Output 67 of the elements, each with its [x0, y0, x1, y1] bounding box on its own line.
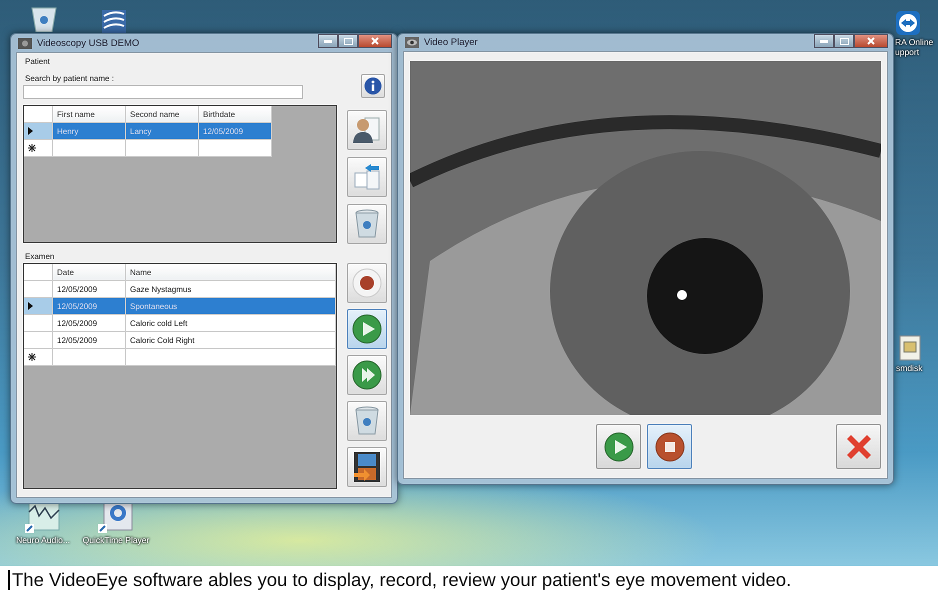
minimize-icon — [324, 40, 332, 42]
film-strip-icon — [352, 451, 382, 483]
maximize-button[interactable] — [834, 34, 854, 48]
player-button[interactable] — [647, 424, 692, 469]
trash-bin-icon — [355, 209, 379, 239]
column-header[interactable]: Birthdate — [199, 106, 272, 122]
group-label: Examen — [25, 252, 56, 261]
window-title: Videoscopy USB DEMO — [37, 38, 140, 48]
desktop-icon-label: smdisk — [896, 364, 922, 374]
app-icon — [18, 38, 32, 48]
eye-icon — [405, 37, 419, 48]
column-header[interactable]: Second name — [126, 106, 199, 122]
close-button[interactable] — [358, 34, 392, 48]
maximize-icon — [344, 38, 352, 44]
table-cell: Henry — [53, 123, 126, 139]
column-header[interactable]: Date — [53, 264, 126, 280]
table-cell: Caloric Cold Right — [126, 332, 336, 348]
table-cell: Lancy — [126, 123, 199, 139]
maximize-icon — [840, 38, 848, 44]
window-title: Video Player — [424, 37, 479, 48]
search-field[interactable] — [23, 85, 303, 99]
toolbar-button[interactable] — [347, 263, 387, 303]
close-button[interactable] — [854, 34, 888, 48]
group-label: Patient — [25, 57, 51, 66]
table-cell: 12/05/2009 — [53, 281, 126, 297]
table-cell: 12/05/2009 — [53, 298, 126, 314]
info-button[interactable] — [361, 74, 385, 98]
table-cell: Spontaneous — [126, 298, 336, 314]
close-icon — [371, 37, 379, 45]
trash-bin-icon — [355, 406, 379, 436]
remote-support-icon[interactable] — [895, 10, 921, 36]
info-icon — [364, 77, 382, 95]
desktop-icon-label: QuickTime Player — [82, 536, 150, 546]
record-icon — [352, 268, 382, 298]
import-arrow-icon — [353, 163, 381, 191]
player-button[interactable] — [836, 424, 881, 469]
toolbar-button[interactable] — [347, 110, 387, 150]
table-row[interactable]: 12/05/2009 Gaze Nystagmus — [24, 281, 336, 298]
minimize-button[interactable] — [814, 34, 834, 48]
table-cell: 12/05/2009 — [53, 332, 126, 348]
table-row[interactable]: 12/05/2009 Caloric Cold Right — [24, 332, 336, 349]
toolbar-button[interactable] — [347, 447, 387, 487]
player-button[interactable] — [596, 424, 641, 469]
close-icon — [867, 37, 875, 45]
minimize-button[interactable] — [318, 34, 338, 48]
desktop-icon-label: RA Online upport — [895, 38, 934, 58]
stop-icon — [654, 432, 684, 462]
field-label: Search by patient name : — [25, 74, 115, 83]
table-cell: Gaze Nystagmus — [126, 281, 336, 297]
column-header[interactable]: First name — [53, 106, 126, 122]
new-row-icon — [28, 144, 36, 152]
desktop-icon-label: Neuro Audio... — [16, 536, 70, 546]
row-pointer-icon — [28, 302, 33, 310]
column-header[interactable]: Name — [126, 264, 336, 280]
table-cell: 12/05/2009 — [199, 123, 272, 139]
recycle-bin-icon[interactable] — [30, 6, 58, 32]
maximize-button[interactable] — [338, 34, 358, 48]
table-cell: 12/05/2009 — [53, 315, 126, 331]
person-card-icon — [353, 115, 381, 145]
minimize-icon — [820, 40, 828, 42]
table-row[interactable]: 12/05/2009 Caloric cold Left — [24, 315, 336, 332]
caption-text: The VideoEye software ables you to display, record, review your patient's eye movement video. — [8, 570, 938, 590]
toolbar-button[interactable] — [347, 309, 387, 349]
table-cell: Caloric cold Left — [126, 315, 336, 331]
new-row-icon — [28, 353, 36, 361]
toolbar-button[interactable] — [347, 355, 387, 395]
row-pointer-icon — [28, 127, 33, 135]
